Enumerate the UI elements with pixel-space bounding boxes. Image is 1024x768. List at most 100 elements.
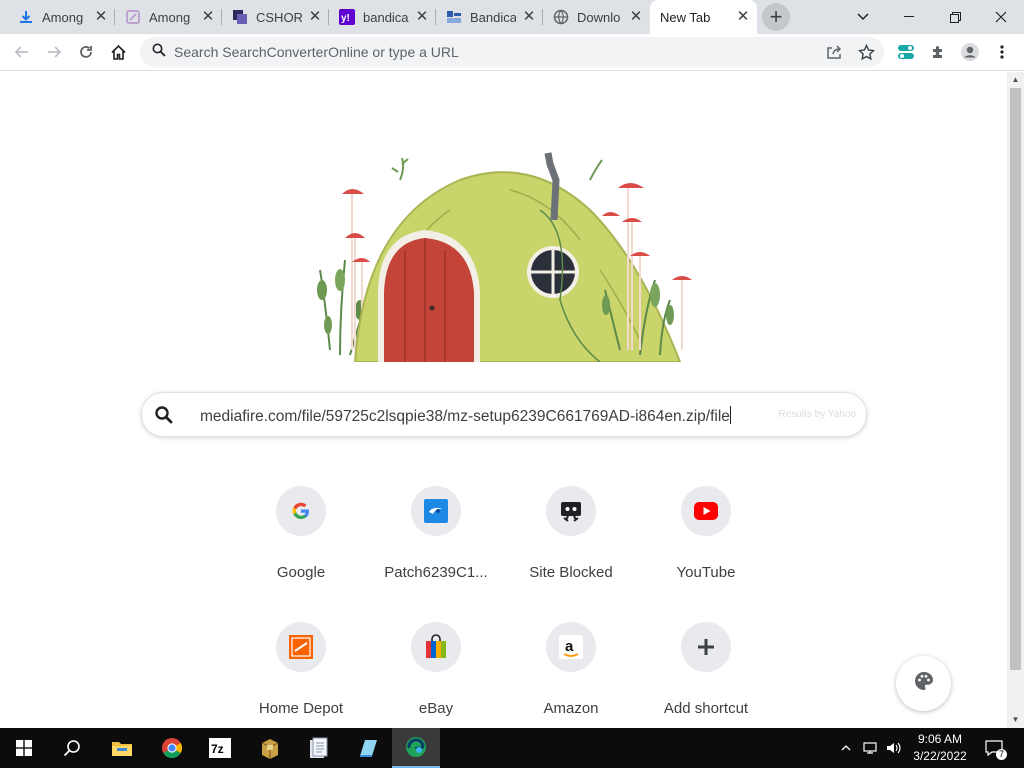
bookmark-star-icon[interactable] [852, 38, 880, 66]
amazon-icon: a [546, 622, 596, 672]
address-bar[interactable]: Search SearchConverterOnline or type a U… [140, 37, 884, 67]
tab-strip: Among ✕ Among ✕ CSHORT ✕ y! bandica ✕ Ba… [0, 0, 1024, 34]
share-icon[interactable] [820, 38, 848, 66]
patch-icon [411, 486, 461, 536]
tab-title: New Tab [660, 9, 711, 25]
notepad-app-icon[interactable] [294, 728, 342, 768]
back-button[interactable] [8, 38, 36, 66]
shortcut-youtube[interactable]: YouTube [650, 486, 762, 596]
bandicam-icon [446, 9, 462, 25]
tab-title: CSHORT [256, 9, 302, 25]
download-icon [18, 9, 34, 25]
reload-button[interactable] [72, 38, 100, 66]
home-button[interactable] [104, 38, 132, 66]
file-explorer-icon[interactable] [98, 728, 146, 768]
shortcut-label: Patch6239C1... [384, 564, 488, 581]
shortcut-label: YouTube [676, 564, 736, 581]
shortcut-label: Site Blocked [529, 564, 613, 581]
taskbar-search-icon[interactable] [48, 728, 96, 768]
shortcut-patch[interactable]: Patch6239C1... [380, 486, 492, 596]
address-bar-placeholder: Search SearchConverterOnline or type a U… [174, 44, 459, 60]
minimize-button[interactable] [886, 0, 932, 34]
more-menu-icon[interactable] [988, 38, 1016, 66]
network-icon[interactable] [860, 728, 882, 768]
archive-app-icon[interactable] [246, 728, 294, 768]
volume-icon[interactable] [884, 728, 904, 768]
shortcut-label: eBay [418, 700, 454, 717]
close-tab-icon[interactable]: ✕ [93, 9, 109, 25]
search-box[interactable]: mediafire.com/file/59725c2lsqpie38/mz-se… [141, 392, 867, 437]
notification-count: 7 [996, 749, 1007, 760]
tab-title: Bandica [470, 9, 516, 25]
scroll-down-arrow-icon[interactable]: ▼ [1007, 712, 1024, 728]
browser-toolbar: Search SearchConverterOnline or type a U… [0, 34, 1024, 71]
close-tab-icon[interactable]: ✕ [735, 9, 751, 25]
tab-among-2[interactable]: Among ✕ [115, 0, 222, 34]
youtube-icon [681, 486, 731, 536]
shortcut-label: Home Depot [258, 700, 344, 717]
shortcut-label: Add shortcut [663, 700, 749, 717]
shortcut-google[interactable]: Google [245, 486, 357, 596]
page-scrollbar[interactable]: ▲ ▼ [1007, 72, 1024, 728]
shortcut-label: Google [276, 564, 326, 581]
search-icon [154, 405, 174, 425]
start-button[interactable] [0, 728, 48, 768]
tab-title: Among [42, 9, 84, 25]
search-query-text[interactable]: mediafire.com/file/59725c2lsqpie38/mz-se… [200, 406, 731, 426]
customize-button[interactable] [896, 656, 951, 711]
windows-taskbar: 7z 9:06 AM 3/22/2022 7 [0, 728, 1024, 768]
svg-text:7z: 7z [211, 742, 224, 756]
notifications-icon[interactable]: 7 [982, 728, 1007, 768]
clock-date: 3/22/2022 [913, 749, 967, 763]
taskbar-clock[interactable]: 9:06 AM 3/22/2022 [904, 731, 976, 765]
site-blocked-icon [546, 486, 596, 536]
svg-text:a: a [565, 638, 574, 655]
shortcut-add[interactable]: Add shortcut [650, 622, 762, 732]
active-browser-app-icon[interactable] [392, 728, 440, 768]
page-icon [125, 9, 141, 25]
forward-button[interactable] [40, 38, 68, 66]
close-tab-icon[interactable]: ✕ [307, 9, 323, 25]
extension-toggle-icon[interactable] [892, 38, 920, 66]
cshort-icon [232, 9, 248, 25]
shortcut-amazon[interactable]: a Amazon [515, 622, 627, 732]
tab-cshort[interactable]: CSHORT ✕ [222, 0, 329, 34]
tab-among-1[interactable]: Among ✕ [8, 0, 115, 34]
pen-app-icon[interactable] [344, 728, 392, 768]
close-tab-icon[interactable]: ✕ [414, 9, 430, 25]
restore-button[interactable] [932, 0, 978, 34]
close-tab-icon[interactable]: ✕ [521, 9, 537, 25]
tab-bandicam-yahoo[interactable]: y! bandica ✕ [329, 0, 436, 34]
google-icon [276, 486, 326, 536]
close-tab-icon[interactable]: ✕ [200, 9, 216, 25]
text-caret [729, 406, 731, 424]
new-tab-button[interactable]: + [762, 3, 790, 31]
tab-download[interactable]: Downlo ✕ [543, 0, 650, 34]
tab-bandicam[interactable]: Bandica ✕ [436, 0, 543, 34]
scrollbar-thumb[interactable] [1010, 88, 1021, 670]
svg-text:y!: y! [341, 13, 350, 24]
shortcut-ebay[interactable]: eBay [380, 622, 492, 732]
tab-title: bandica [363, 9, 409, 25]
plus-icon [681, 622, 731, 672]
tab-new-tab[interactable]: New Tab ✕ [650, 0, 757, 34]
close-window-button[interactable] [978, 0, 1024, 34]
tab-title: Downlo [577, 9, 621, 25]
new-tab-page: mediafire.com/file/59725c2lsqpie38/mz-se… [0, 72, 1007, 728]
shortcut-home-depot[interactable]: Home Depot [245, 622, 357, 732]
close-tab-icon[interactable]: ✕ [628, 9, 644, 25]
yahoo-icon: y! [339, 9, 355, 25]
profile-avatar-icon[interactable] [956, 38, 984, 66]
shortcut-site-blocked[interactable]: Site Blocked [515, 486, 627, 596]
7zip-icon[interactable]: 7z [196, 728, 244, 768]
tab-search-chevron-icon[interactable] [840, 0, 886, 34]
scroll-up-arrow-icon[interactable]: ▲ [1007, 72, 1024, 88]
shortcut-label: Amazon [543, 700, 599, 717]
tab-title: Among [149, 9, 191, 25]
extensions-puzzle-icon[interactable] [924, 38, 952, 66]
clock-time: 9:06 AM [917, 732, 963, 746]
search-icon [152, 43, 166, 62]
show-hidden-icons-chevron-icon[interactable] [836, 728, 856, 768]
chrome-taskbar-icon[interactable] [148, 728, 196, 768]
hobbit-house-doodle [317, 152, 692, 362]
